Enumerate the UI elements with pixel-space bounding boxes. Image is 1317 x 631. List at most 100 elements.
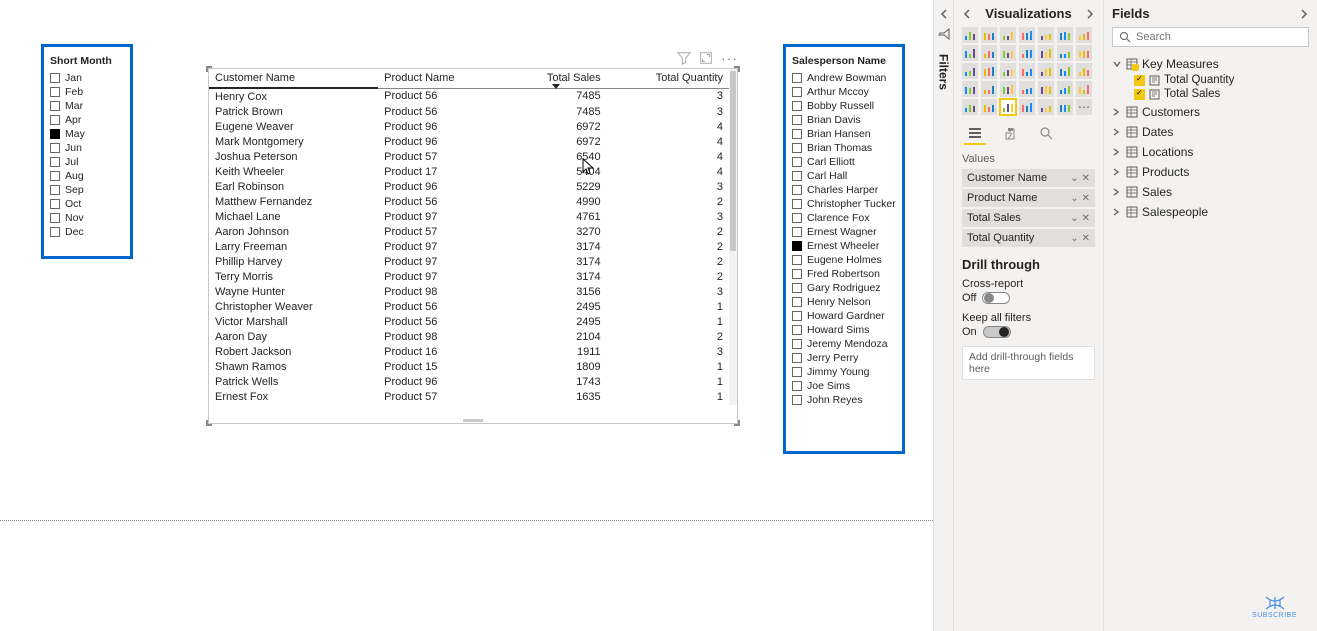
salesperson-item[interactable]: Brian Hansen — [792, 127, 896, 141]
viz-type-icon[interactable] — [1038, 27, 1054, 43]
checkbox-icon[interactable] — [792, 213, 802, 223]
checkbox-icon[interactable] — [792, 129, 802, 139]
table-row[interactable]: Robert JacksonProduct 1619113 — [209, 344, 729, 359]
salesperson-item[interactable]: Henry Nelson — [792, 295, 896, 309]
table-row[interactable]: Shawn RamosProduct 1518091 — [209, 359, 729, 374]
cross-report-toggle[interactable] — [982, 292, 1010, 304]
salesperson-item[interactable]: Howard Sims — [792, 323, 896, 337]
chevron-down-icon[interactable]: ⌄ — [1070, 213, 1078, 224]
checkbox-icon[interactable] — [50, 87, 60, 97]
viz-type-icon[interactable] — [1057, 27, 1073, 43]
table-row[interactable]: Christopher WeaverProduct 5624951 — [209, 299, 729, 314]
salesperson-item[interactable]: Christopher Tucker — [792, 197, 896, 211]
table-row[interactable]: Victor MarshallProduct 5624951 — [209, 314, 729, 329]
month-item[interactable]: Jan — [50, 71, 124, 85]
filters-pane-collapsed[interactable]: Filters — [933, 0, 953, 631]
column-header[interactable]: Total Sales — [505, 69, 607, 88]
salesperson-slicer[interactable]: Salesperson Name Andrew BowmanArthur Mcc… — [783, 44, 905, 454]
salesperson-item[interactable]: Fred Robertson — [792, 267, 896, 281]
checkbox-icon[interactable] — [50, 157, 60, 167]
expand-icon[interactable] — [1112, 60, 1122, 68]
field-table-header[interactable]: Products — [1112, 163, 1309, 181]
checkbox-icon[interactable] — [792, 339, 802, 349]
viz-type-icon[interactable] — [1076, 45, 1092, 61]
checkbox-icon[interactable] — [792, 381, 802, 391]
month-item[interactable]: Jul — [50, 155, 124, 169]
checkbox-icon[interactable] — [792, 115, 802, 125]
viz-type-icon[interactable] — [1076, 63, 1092, 79]
checkbox-icon[interactable] — [792, 157, 802, 167]
expand-icon[interactable] — [1112, 188, 1122, 196]
field-table-header[interactable]: Sales — [1112, 183, 1309, 201]
checkbox-icon[interactable] — [792, 143, 802, 153]
checkbox-icon[interactable] — [792, 297, 802, 307]
salesperson-item[interactable]: Howard Gardner — [792, 309, 896, 323]
filters-label[interactable]: Filters — [937, 54, 951, 90]
salesperson-item[interactable]: Ernest Wheeler — [792, 239, 896, 253]
month-item[interactable]: Oct — [50, 197, 124, 211]
viz-type-icon[interactable] — [981, 27, 997, 43]
salesperson-item[interactable]: Arthur Mccoy — [792, 85, 896, 99]
viz-type-icon[interactable] — [1076, 27, 1092, 43]
checkbox-icon[interactable] — [50, 101, 60, 111]
viz-type-icon[interactable] — [1019, 27, 1035, 43]
expand-icon[interactable] — [1112, 168, 1122, 176]
checkbox-icon[interactable] — [50, 171, 60, 181]
salesperson-item[interactable]: John Reyes — [792, 393, 896, 407]
checkbox-icon[interactable] — [50, 185, 60, 195]
viz-type-icon[interactable] — [1019, 45, 1035, 61]
table-row[interactable]: Joshua PetersonProduct 5765404 — [209, 149, 729, 164]
column-header[interactable]: Product Name — [378, 69, 505, 88]
focus-mode-icon[interactable] — [699, 51, 713, 65]
viz-type-icon[interactable] — [962, 99, 978, 115]
field-checkbox[interactable] — [1134, 75, 1145, 86]
value-field-pill[interactable]: Total Quantity⌄✕ — [962, 229, 1095, 247]
month-item[interactable]: Dec — [50, 225, 124, 239]
viz-type-icon[interactable] — [1057, 81, 1073, 97]
table-row[interactable]: Michael LaneProduct 9747613 — [209, 209, 729, 224]
viz-type-icon[interactable] — [1000, 27, 1016, 43]
month-item[interactable]: Aug — [50, 169, 124, 183]
table-row[interactable]: Mark MontgomeryProduct 9669724 — [209, 134, 729, 149]
filter-icon[interactable] — [677, 51, 691, 65]
table-vscrollbar[interactable] — [729, 69, 737, 405]
value-field-pill[interactable]: Customer Name⌄✕ — [962, 169, 1095, 187]
table-row[interactable]: Ernest FoxProduct 5716351 — [209, 389, 729, 404]
month-item[interactable]: Nov — [50, 211, 124, 225]
month-item[interactable]: Mar — [50, 99, 124, 113]
checkbox-icon[interactable] — [50, 143, 60, 153]
drill-through-dropzone[interactable]: Add drill-through fields here — [962, 346, 1095, 380]
checkbox-icon[interactable] — [792, 101, 802, 111]
viz-type-icon[interactable] — [1000, 99, 1016, 115]
salesperson-item[interactable]: Gary Rodriguez — [792, 281, 896, 295]
viz-type-icon[interactable] — [1038, 99, 1054, 115]
chevron-right-icon[interactable] — [1299, 9, 1309, 19]
viz-type-icon[interactable] — [1057, 99, 1073, 115]
value-field-pill[interactable]: Total Sales⌄✕ — [962, 209, 1095, 227]
checkbox-icon[interactable] — [792, 199, 802, 209]
table-row[interactable]: Henry CoxProduct 5674853 — [209, 88, 729, 104]
viz-type-icon[interactable] — [1019, 99, 1035, 115]
table-row[interactable]: Larry FreemanProduct 9731742 — [209, 239, 729, 254]
viz-type-icon[interactable] — [1000, 81, 1016, 97]
keep-filters-toggle[interactable] — [983, 326, 1011, 338]
salesperson-item[interactable]: Jeremy Mendoza — [792, 337, 896, 351]
column-header[interactable]: Customer Name — [209, 69, 378, 88]
expand-icon[interactable] — [1112, 148, 1122, 156]
field-checkbox[interactable] — [1134, 89, 1145, 100]
expand-icon[interactable] — [1112, 128, 1122, 136]
salesperson-item[interactable]: Clarence Fox — [792, 211, 896, 225]
checkbox-icon[interactable] — [50, 199, 60, 209]
table-resize-handle[interactable] — [209, 418, 737, 423]
salesperson-item[interactable]: Andrew Bowman — [792, 71, 896, 85]
more-visuals-icon[interactable]: ⋯ — [1076, 99, 1092, 115]
checkbox-icon[interactable] — [792, 87, 802, 97]
viz-type-icon[interactable] — [981, 99, 997, 115]
table-row[interactable]: Phillip HarveyProduct 9731742 — [209, 254, 729, 269]
checkbox-icon[interactable] — [50, 115, 60, 125]
viz-type-icon[interactable] — [962, 45, 978, 61]
format-tab-icon[interactable] — [1000, 123, 1022, 145]
table-row[interactable]: Matthew FernandezProduct 5649902 — [209, 194, 729, 209]
checkbox-icon[interactable] — [792, 325, 802, 335]
viz-type-icon[interactable] — [1019, 81, 1035, 97]
